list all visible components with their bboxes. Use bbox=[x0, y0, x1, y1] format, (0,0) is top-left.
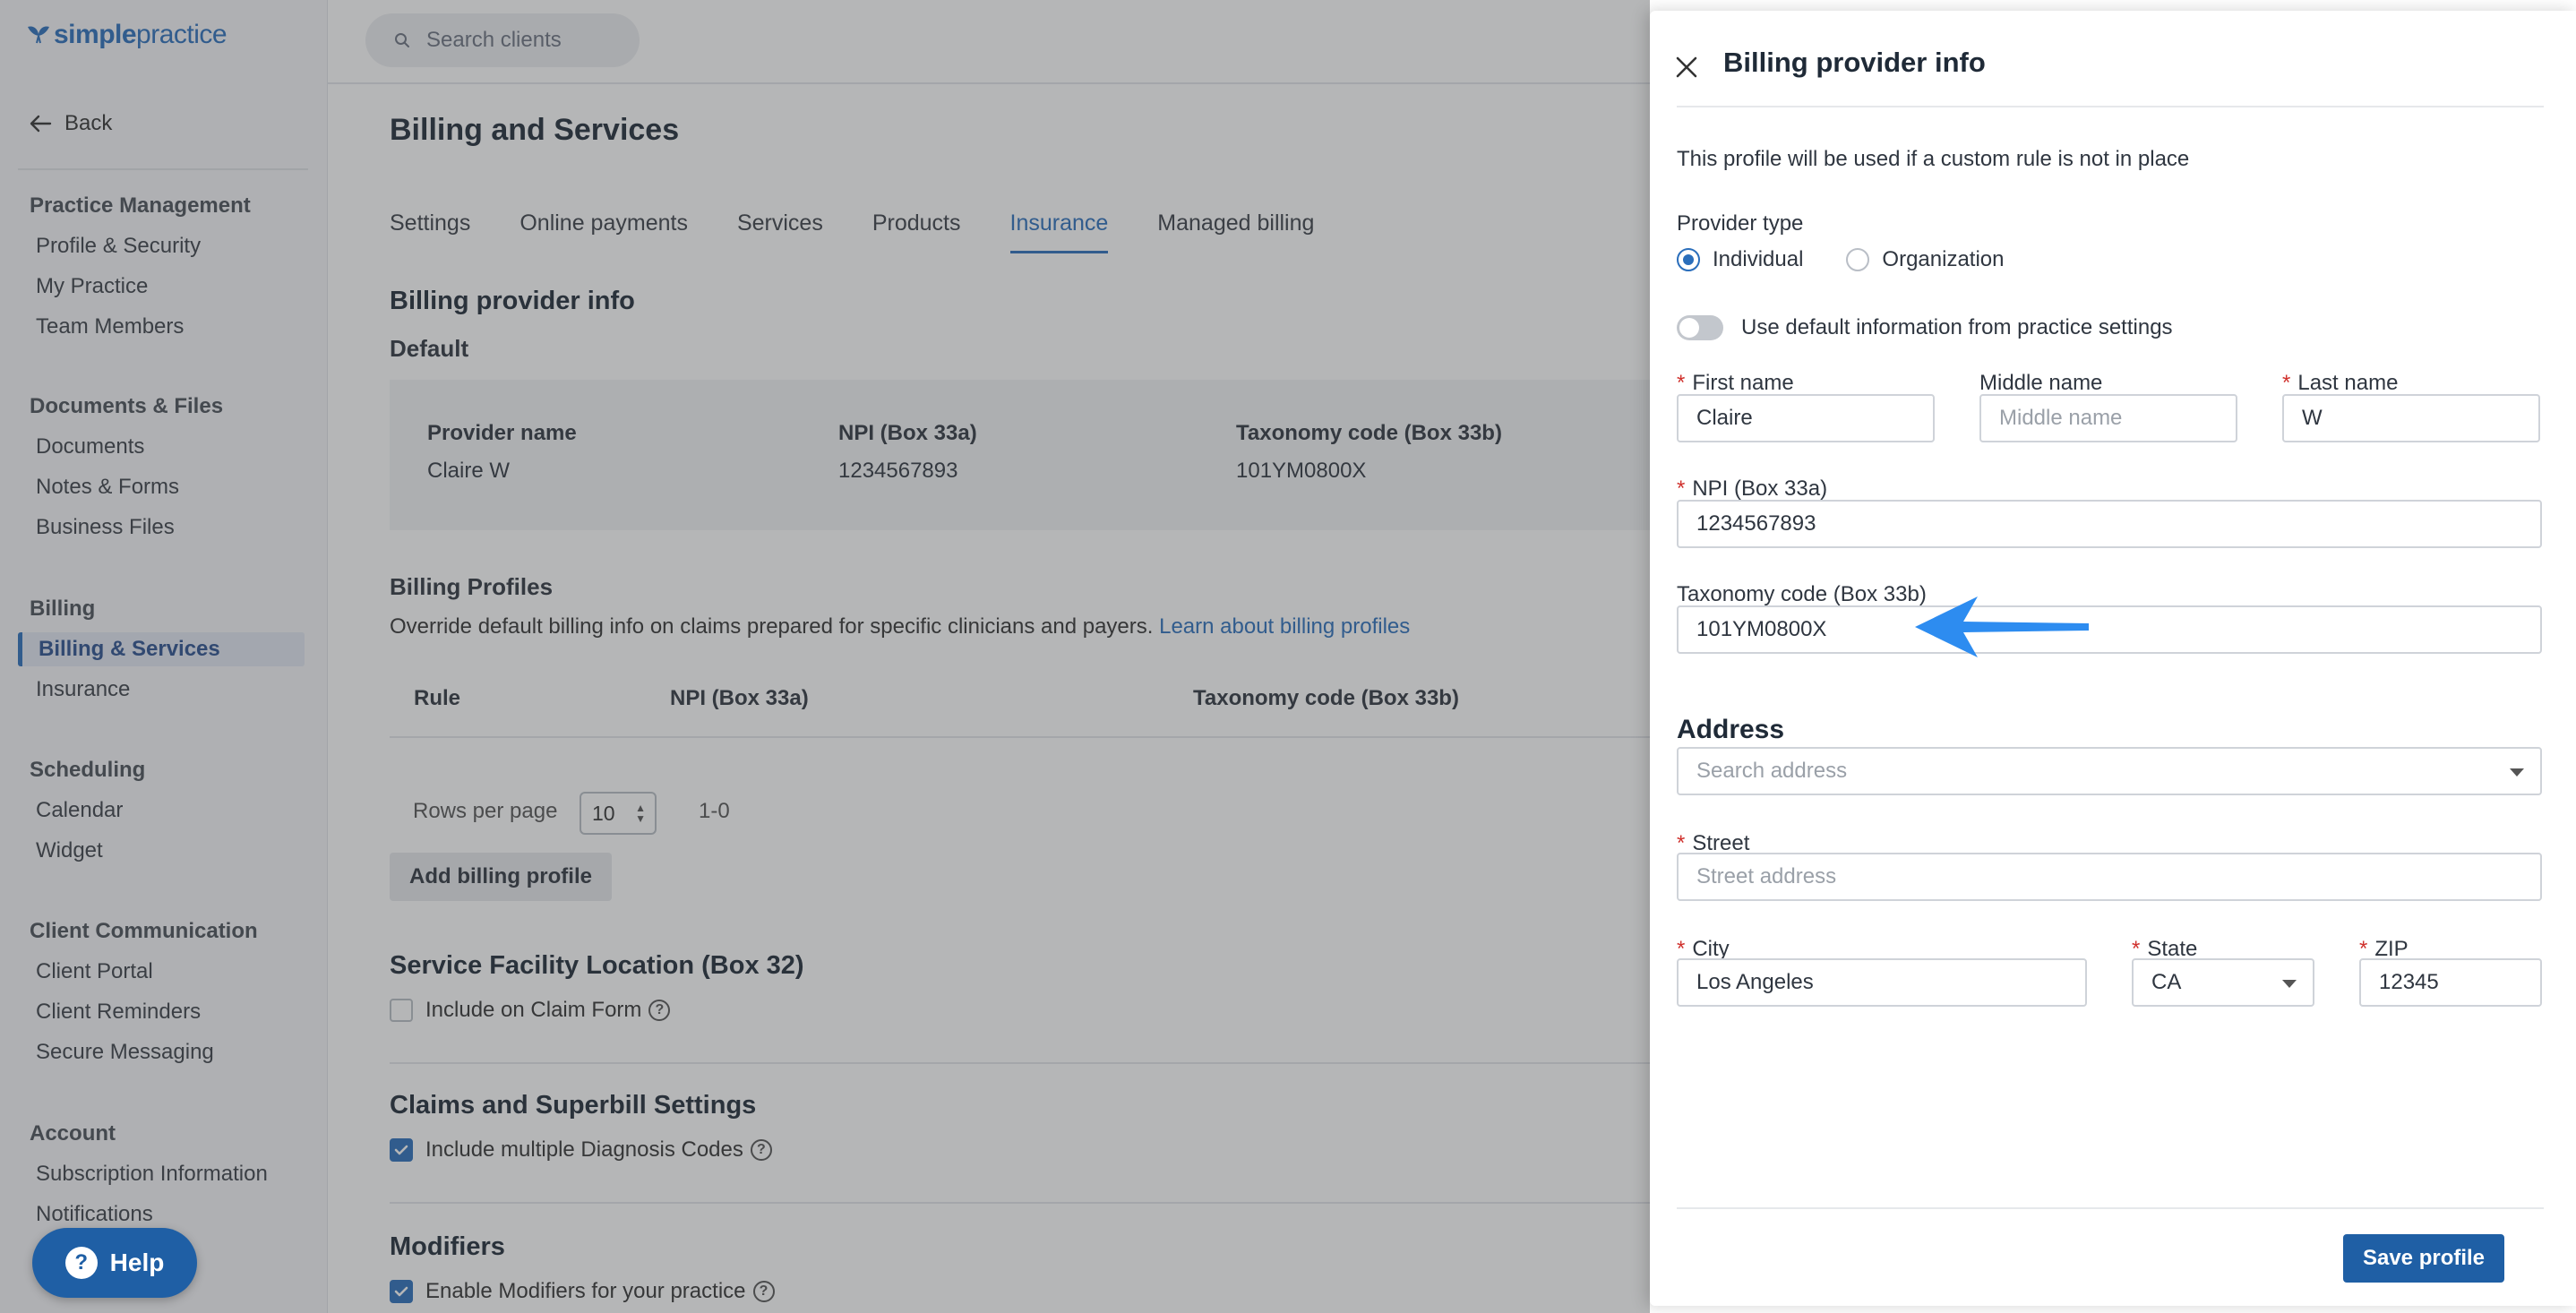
billing-provider-drawer: Billing provider info This profile will … bbox=[1650, 11, 2576, 1306]
question-icon: ? bbox=[64, 1247, 98, 1279]
radio-individual[interactable] bbox=[1677, 248, 1700, 271]
caret-down-icon bbox=[2282, 980, 2297, 988]
radio-individual-label[interactable]: Individual bbox=[1713, 247, 1803, 272]
search-address-dropdown[interactable]: Search address bbox=[1677, 747, 2542, 795]
state-select[interactable]: CA bbox=[2132, 958, 2314, 1007]
provider-type-radio-group: Individual Organization bbox=[1677, 247, 2004, 272]
npi-label: * NPI (Box 33a) bbox=[1677, 476, 1828, 501]
drawer-footer-divider bbox=[1677, 1207, 2544, 1209]
zip-input[interactable]: 12345 bbox=[2359, 958, 2542, 1007]
modal-backdrop[interactable] bbox=[0, 0, 1650, 1313]
use-default-info-row: Use default information from practice se… bbox=[1677, 315, 2173, 340]
state-value: CA bbox=[2151, 970, 2182, 994]
address-heading: Address bbox=[1677, 715, 1785, 744]
npi-input[interactable]: 1234567893 bbox=[1677, 500, 2542, 548]
close-icon[interactable] bbox=[1675, 56, 1698, 79]
last-name-input[interactable]: W bbox=[2282, 394, 2540, 442]
middle-name-input[interactable]: Middle name bbox=[1979, 394, 2237, 442]
taxonomy-code-label: Taxonomy code (Box 33b) bbox=[1677, 582, 1927, 606]
drawer-description: This profile will be used if a custom ru… bbox=[1677, 147, 2190, 171]
caret-down-icon bbox=[2510, 768, 2524, 777]
help-label: Help bbox=[109, 1249, 165, 1276]
city-input[interactable]: Los Angeles bbox=[1677, 958, 2087, 1007]
first-name-input[interactable]: Claire bbox=[1677, 394, 1935, 442]
save-profile-button[interactable]: Save profile bbox=[2343, 1234, 2504, 1283]
use-default-info-toggle[interactable] bbox=[1677, 315, 1723, 340]
last-name-label: * Last name bbox=[2282, 371, 2399, 395]
taxonomy-code-input[interactable]: 101YM0800X bbox=[1677, 605, 2542, 654]
drawer-title: Billing provider info bbox=[1723, 47, 1986, 78]
annotation-arrow-icon bbox=[1915, 596, 2089, 657]
middle-name-label: Middle name bbox=[1979, 371, 2103, 395]
drawer-header-divider bbox=[1677, 106, 2544, 107]
radio-organization-label[interactable]: Organization bbox=[1882, 247, 2004, 272]
use-default-info-label: Use default information from practice se… bbox=[1741, 315, 2173, 339]
radio-organization[interactable] bbox=[1846, 248, 1870, 271]
provider-type-label: Provider type bbox=[1677, 211, 1804, 236]
first-name-label: * First name bbox=[1677, 371, 1794, 395]
street-input[interactable]: Street address bbox=[1677, 853, 2542, 901]
search-address-placeholder: Search address bbox=[1696, 759, 1848, 783]
help-button[interactable]: ? Help bbox=[32, 1228, 197, 1298]
